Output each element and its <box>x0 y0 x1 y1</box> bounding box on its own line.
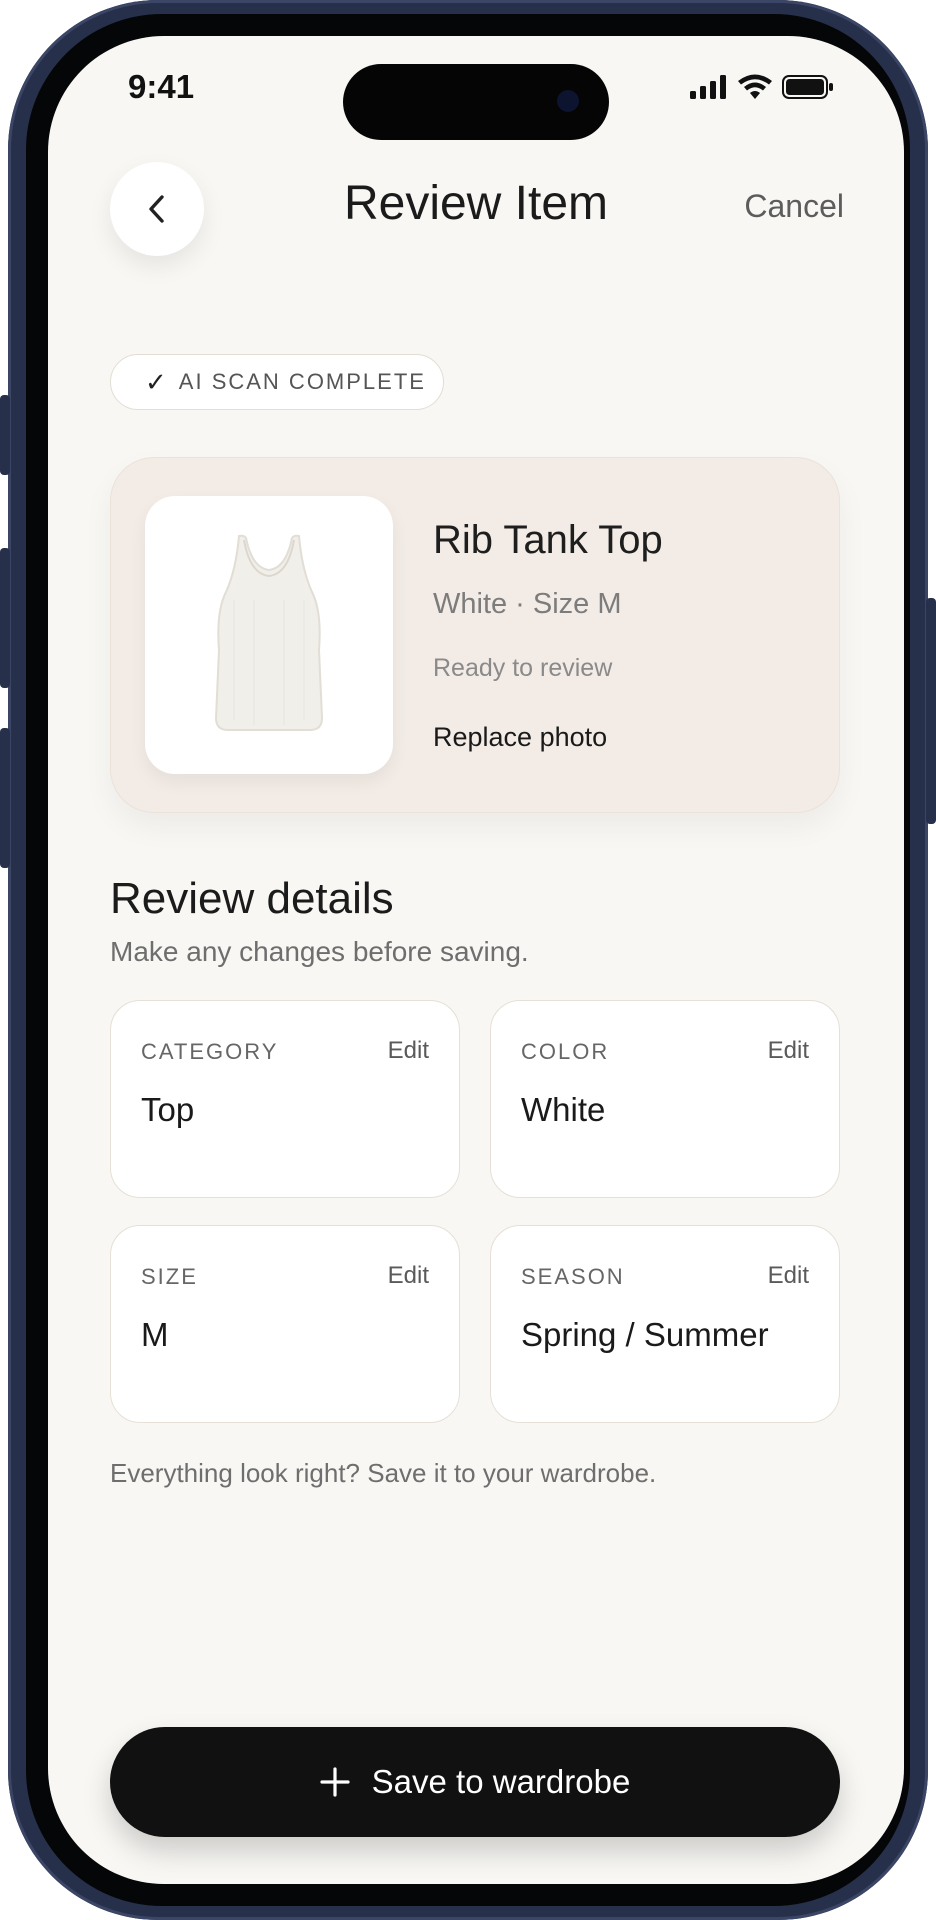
check-icon: ✓ <box>145 366 167 397</box>
field-color[interactable]: COLOR Edit White <box>490 1000 840 1198</box>
volume-down-button <box>0 728 10 868</box>
field-value: White <box>521 1091 606 1128</box>
camera-icon <box>557 90 579 112</box>
field-value: Top <box>141 1091 195 1128</box>
field-size[interactable]: SIZE Edit M <box>110 1225 460 1423</box>
device-frame: 9:41 Review Item Cancel ✓ AI SCAN COMPLE… <box>0 0 936 1920</box>
item-details: White · Size M <box>433 588 622 620</box>
section-title: Review details <box>110 874 394 923</box>
replace-photo-link[interactable]: Replace photo <box>433 722 607 753</box>
status-time: 9:41 <box>128 68 195 105</box>
plus-icon <box>320 1767 350 1797</box>
save-hint: Everything look right? Save it to your w… <box>110 1458 657 1488</box>
field-category[interactable]: CATEGORY Edit Top <box>110 1000 460 1198</box>
field-value: M <box>141 1316 169 1353</box>
field-label: CATEGORY <box>141 1039 279 1064</box>
save-button-label: Save to wardrobe <box>371 1763 631 1800</box>
power-button <box>926 598 936 824</box>
field-label: SIZE <box>141 1264 198 1289</box>
cancel-button[interactable]: Cancel <box>744 188 844 225</box>
edit-size-button[interactable]: Edit <box>388 1262 429 1290</box>
field-season[interactable]: SEASON Edit Spring / Summer <box>490 1225 840 1423</box>
edit-category-button[interactable]: Edit <box>388 1037 429 1065</box>
edit-color-button[interactable]: Edit <box>768 1037 809 1065</box>
field-value: Spring / Summer <box>521 1316 769 1353</box>
tank-top-image <box>214 534 324 731</box>
item-photo <box>145 496 393 774</box>
wifi-icon <box>738 74 772 99</box>
edit-season-button[interactable]: Edit <box>768 1262 809 1290</box>
save-to-wardrobe-button[interactable]: Save to wardrobe <box>110 1727 840 1837</box>
screen: 9:41 Review Item Cancel ✓ AI SCAN COMPLE… <box>48 36 904 1884</box>
badge-label: AI SCAN COMPLETE <box>178 369 426 394</box>
battery-icon <box>782 75 833 99</box>
volume-up-button <box>0 548 10 688</box>
dynamic-island <box>343 64 609 140</box>
ai-scan-badge: ✓ AI SCAN COMPLETE <box>110 354 444 410</box>
item-status: Ready to review <box>433 654 613 682</box>
signal-icon <box>690 75 726 99</box>
field-label: SEASON <box>521 1264 625 1289</box>
item-name: Rib Tank Top <box>433 518 663 562</box>
section-subtitle: Make any changes before saving. <box>110 936 529 967</box>
item-card: Rib Tank Top White · Size M Ready to rev… <box>110 457 840 813</box>
status-icons <box>690 74 834 100</box>
field-label: COLOR <box>521 1039 610 1064</box>
mute-switch <box>0 395 10 475</box>
